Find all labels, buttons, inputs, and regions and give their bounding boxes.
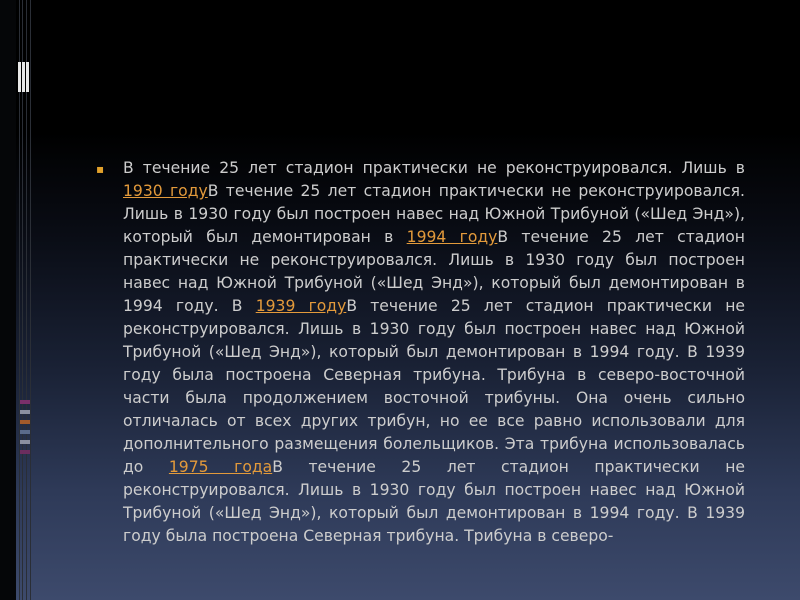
decorative-block — [26, 62, 29, 92]
tick-mark — [20, 440, 30, 444]
left-rail — [0, 0, 16, 600]
vertical-line — [30, 0, 31, 600]
decorative-ticks — [20, 400, 30, 456]
bullet-paragraph: В течение 25 лет стадион практически не … — [123, 157, 745, 548]
decorative-block — [18, 62, 21, 92]
tick-mark — [20, 450, 30, 454]
tick-mark — [20, 430, 30, 434]
bullet-icon: ▪ — [96, 162, 105, 176]
link-1975-year[interactable]: 1975 года — [169, 458, 272, 476]
decorative-blocks — [18, 62, 30, 92]
slide: ▪ В течение 25 лет стадион практически н… — [0, 0, 800, 600]
link-1930-year[interactable]: 1930 году — [123, 182, 208, 200]
decorative-block — [22, 62, 25, 92]
tick-mark — [20, 400, 30, 404]
text-segment: В течение 25 лет стадион практически не … — [123, 297, 745, 476]
text-content: ▪ В течение 25 лет стадион практически н… — [96, 157, 748, 600]
link-1994-year[interactable]: 1994 году — [407, 228, 498, 246]
tick-mark — [20, 410, 30, 414]
link-1939-year[interactable]: 1939 году — [256, 297, 347, 315]
tick-mark — [20, 420, 30, 424]
text-segment: В течение 25 лет стадион практически не … — [123, 159, 745, 177]
